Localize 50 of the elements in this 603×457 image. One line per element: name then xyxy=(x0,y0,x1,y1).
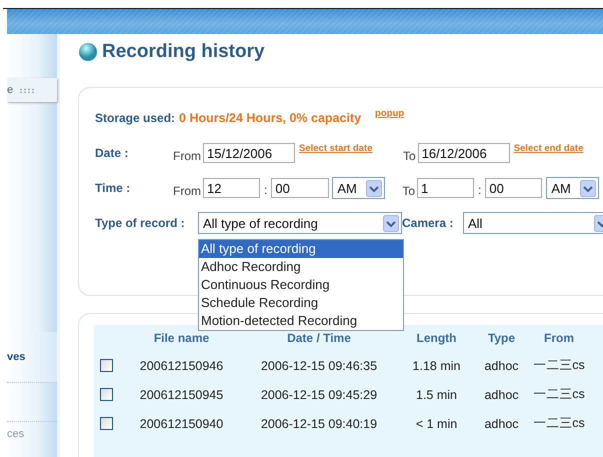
end-hour-field[interactable]: 1 xyxy=(417,178,474,198)
start-ampm-dropdown[interactable]: AM xyxy=(332,177,386,199)
start-hour-field[interactable]: 12 xyxy=(203,178,260,198)
table-cell-text: < 1 min xyxy=(414,416,458,430)
date-label: Date : xyxy=(95,146,130,160)
table-cell-text: 1.5 min xyxy=(415,388,458,402)
table-cell-text: adhoc xyxy=(483,416,520,430)
table-cell-text: 200612150945 xyxy=(138,388,224,402)
table-cell-text: 2006-12-15 09:46:35 xyxy=(260,358,378,372)
from-label: From xyxy=(173,149,201,163)
table-cell-text: adhoc xyxy=(483,388,520,402)
table-cell-text: 一二三cs xyxy=(532,357,586,374)
to-label: To xyxy=(403,149,416,163)
column-header: Length xyxy=(416,331,458,345)
camera-dropdown[interactable]: All xyxy=(463,212,603,234)
column-header: Type xyxy=(486,331,516,345)
page-title: Recording history xyxy=(102,41,265,63)
table-cell-text: 2006-12-15 09:45:29 xyxy=(260,388,378,402)
row-checkbox[interactable] xyxy=(100,417,113,430)
table-cell-text: 2006-12-15 09:40:19 xyxy=(260,416,378,430)
storage-label: Storage used: xyxy=(95,111,176,125)
globe-icon xyxy=(78,42,98,62)
dropdown-option[interactable]: All type of recording xyxy=(199,240,403,258)
from-label: From xyxy=(173,184,201,198)
time-label: Time : xyxy=(95,181,132,195)
table-cell-text: 一二三cs xyxy=(532,386,586,403)
camera-label: Camera : xyxy=(402,216,454,230)
end-minute-field[interactable]: 00 xyxy=(485,178,542,198)
start-minute-field[interactable]: 00 xyxy=(271,178,330,198)
sidebar-item[interactable]: ves xyxy=(7,332,57,383)
sidebar-item[interactable]: e xyxy=(7,78,57,102)
column-header: File name xyxy=(152,331,210,345)
table-cell-text: adhoc xyxy=(483,358,520,372)
record-type-label: Type of record : xyxy=(95,216,186,230)
table-cell-text: 一二三cs xyxy=(532,415,586,432)
row-checkbox[interactable] xyxy=(100,388,113,401)
time-separator: : xyxy=(478,183,482,197)
end-date-field[interactable]: 16/12/2006 xyxy=(418,143,510,163)
table-cell-text: 1.18 min xyxy=(412,358,462,372)
storage-value: 0 Hours/24 Hours, 0% capacity xyxy=(179,111,362,125)
table-cell-text: 200612150940 xyxy=(138,416,224,430)
column-header: Date / Time xyxy=(286,331,352,345)
to-label: To xyxy=(402,184,416,198)
column-header: From xyxy=(543,331,575,345)
record-type-dropdown[interactable]: All type of recording xyxy=(198,212,402,234)
end-ampm-dropdown[interactable]: AM xyxy=(546,177,600,199)
row-checkbox[interactable] xyxy=(100,359,113,372)
time-separator: : xyxy=(264,183,268,197)
table-cell-text: 200612150946 xyxy=(138,358,224,372)
start-date-field[interactable]: 15/12/2006 xyxy=(203,143,295,163)
